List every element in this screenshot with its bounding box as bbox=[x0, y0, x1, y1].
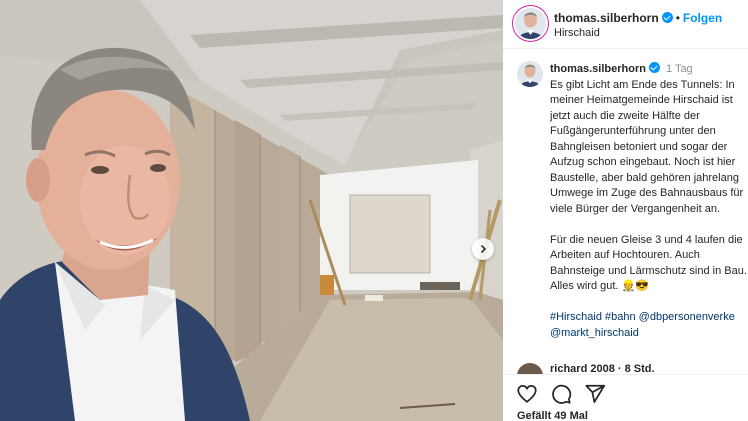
caption-line: Umwege im Zuge des Bahnausbaus für bbox=[550, 187, 744, 199]
verified-badge-icon bbox=[661, 12, 673, 23]
caption-line: Für die neuen Gleise 3 und 4 laufen die bbox=[550, 233, 743, 246]
next-photo-button[interactable] bbox=[472, 238, 494, 260]
avatar-image bbox=[517, 61, 543, 87]
author-avatar[interactable] bbox=[515, 8, 546, 39]
caption-line: Bahnsteige und Lärmschutz sind in Bau. bbox=[550, 264, 747, 277]
caption-line: jetzt auch die zweite Hälfte der bbox=[550, 109, 700, 122]
tunnel-selfie-image bbox=[0, 0, 503, 421]
separator-dot: • bbox=[675, 11, 680, 25]
caption-line: meiner Heimatgemeinde Hirschaid ist bbox=[550, 94, 733, 106]
share-icon bbox=[585, 384, 606, 403]
share-button[interactable] bbox=[584, 383, 606, 405]
caption-line: Bahngleisen betoniert und sogar der bbox=[550, 140, 728, 153]
caption-line: Alles wird gut. 👷😎 bbox=[550, 280, 649, 292]
caption-line: Es gibt Licht am Ende des Tunnels: In bbox=[550, 78, 735, 91]
caption-username[interactable]: thomas.silberhorn bbox=[550, 63, 646, 75]
caption-line: Arbeiten auf Hochtouren. Auch bbox=[550, 249, 700, 261]
caption-line: Aufzug schon eingebaut. Noch ist hier bbox=[550, 156, 736, 168]
hashtag-line[interactable]: @markt_hirschaid bbox=[550, 326, 748, 342]
comment-icon bbox=[552, 384, 572, 404]
caption-line: viele Bürger der Vergangenheit an. bbox=[550, 202, 721, 215]
post-caption: thomas.silberhorn 1 Tag Es gibt Licht am … bbox=[550, 62, 748, 341]
caption-author-avatar[interactable] bbox=[517, 61, 543, 87]
post-location[interactable]: Hirschaid bbox=[554, 27, 600, 39]
post-side-panel: thomas.silberhorn • Folgen Hirschaid thoma… bbox=[503, 0, 748, 421]
chevron-right-icon bbox=[480, 244, 487, 254]
avatar-image bbox=[515, 8, 546, 39]
like-count[interactable]: Gefällt 49 Mal bbox=[517, 410, 588, 421]
header-user-line: thomas.silberhorn • Folgen bbox=[554, 11, 722, 25]
like-button[interactable] bbox=[516, 383, 538, 405]
post-actions-bar: Gefällt 49 Mal bbox=[503, 374, 748, 421]
follow-button[interactable]: Folgen bbox=[683, 11, 722, 25]
verified-badge-icon bbox=[648, 62, 660, 73]
post-header: thomas.silberhorn • Folgen Hirschaid bbox=[503, 0, 748, 49]
caption-line: Baustelle, aber bald gehören jahrelang bbox=[550, 171, 739, 184]
comment-button[interactable] bbox=[550, 383, 572, 405]
hashtag-line[interactable]: #Hirschaid #bahn @dbpersonenverke bbox=[550, 310, 748, 326]
author-username[interactable]: thomas.silberhorn bbox=[554, 11, 659, 25]
post-timestamp[interactable]: 1 Tag bbox=[666, 63, 693, 75]
post-photo[interactable] bbox=[0, 0, 503, 421]
caption-line: Fußgängerunterführung unter den bbox=[550, 125, 716, 137]
caption-header: thomas.silberhorn 1 Tag bbox=[550, 62, 748, 78]
heart-icon bbox=[517, 385, 537, 403]
